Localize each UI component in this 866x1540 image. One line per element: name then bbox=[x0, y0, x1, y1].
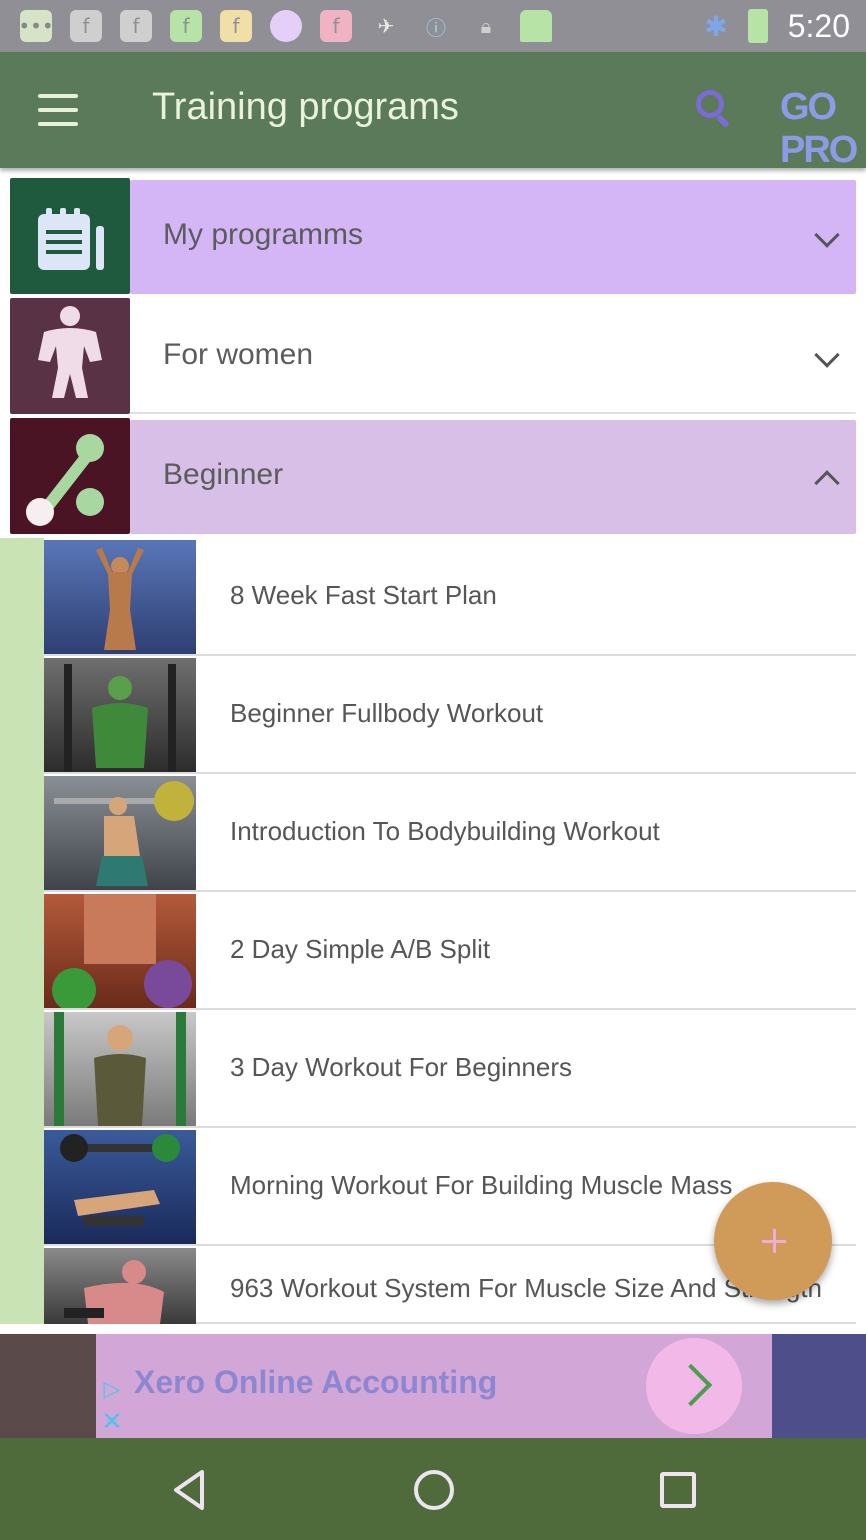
program-title: Beginner Fullbody Workout bbox=[230, 698, 544, 728]
messages-icon: ••• bbox=[18, 10, 54, 42]
status-bar: ••• f f f f f ✈ ⓘ 🔒︎ ✱ 5:20 bbox=[0, 0, 866, 52]
close-icon[interactable]: ✕ bbox=[96, 1406, 128, 1438]
recent-apps-icon[interactable] bbox=[660, 1472, 696, 1508]
program-title: 3 Day Workout For Beginners bbox=[230, 1052, 572, 1082]
system-icons: ✱ 5:20 bbox=[704, 8, 850, 44]
category-for-women[interactable]: For women bbox=[0, 296, 866, 416]
ad-side bbox=[772, 1334, 866, 1438]
program-thumbnail bbox=[44, 1012, 196, 1126]
category-label: My programms bbox=[163, 218, 364, 251]
list-item[interactable]: Introduction To Bodybuilding Workout bbox=[44, 774, 856, 892]
list-item[interactable]: 2 Day Simple A/B Split bbox=[44, 892, 856, 1010]
facebook-icon: f bbox=[220, 10, 252, 42]
info-icon: ⓘ bbox=[426, 15, 446, 40]
ad-title: Xero Online Accounting bbox=[134, 1364, 498, 1400]
program-thumbnail bbox=[44, 658, 196, 772]
app-bar: Training programs GO PRO bbox=[0, 52, 866, 171]
category-my-programms[interactable]: My programms bbox=[0, 176, 866, 296]
flipboard-icon: f bbox=[320, 10, 352, 42]
program-title: 8 Week Fast Start Plan bbox=[230, 580, 497, 610]
add-program-button[interactable] bbox=[714, 1182, 832, 1300]
ad-choices-icon[interactable]: ▷ bbox=[96, 1376, 128, 1406]
circle-icon bbox=[270, 10, 302, 42]
clock: 5:20 bbox=[787, 7, 850, 44]
ad-banner[interactable]: Xero Online Accounting ▷ ✕ bbox=[0, 1334, 866, 1438]
navigation-bar bbox=[0, 1438, 866, 1540]
list-item[interactable]: Beginner Fullbody Workout bbox=[44, 656, 856, 774]
page-title: Training programs bbox=[152, 86, 459, 128]
search-icon[interactable] bbox=[694, 88, 738, 132]
facebook-icon: f bbox=[120, 10, 152, 42]
android-icon bbox=[520, 10, 552, 42]
category-beginner[interactable]: Beginner bbox=[0, 416, 866, 536]
program-thumbnail bbox=[44, 1248, 196, 1324]
dumbbell-icon bbox=[10, 418, 130, 534]
go-pro-button[interactable]: GO PRO bbox=[780, 86, 866, 172]
program-thumbnail bbox=[44, 1130, 196, 1244]
list-item[interactable]: 8 Week Fast Start Plan bbox=[44, 538, 856, 656]
program-thumbnail bbox=[44, 776, 196, 890]
chevron-right-icon[interactable] bbox=[646, 1338, 742, 1434]
fake-gps-icon: ✈ bbox=[377, 14, 395, 38]
home-icon[interactable] bbox=[414, 1470, 454, 1510]
sub-list-indicator bbox=[0, 538, 44, 1324]
back-icon[interactable] bbox=[168, 1468, 212, 1512]
battery-icon bbox=[747, 9, 768, 43]
category-label: Beginner bbox=[163, 458, 284, 491]
bluetooth-icon: ✱ bbox=[704, 9, 728, 43]
lock-icon: 🔒︎ bbox=[480, 14, 492, 38]
program-thumbnail bbox=[44, 894, 196, 1008]
notepad-icon bbox=[10, 178, 130, 294]
program-title: 2 Day Simple A/B Split bbox=[230, 934, 491, 964]
notification-icons: ••• f f f f f ✈ ⓘ 🔒︎ bbox=[18, 8, 552, 44]
program-thumbnail bbox=[44, 540, 196, 654]
woman-figure-icon bbox=[10, 298, 130, 414]
facebook-icon: f bbox=[70, 10, 102, 42]
list-item[interactable]: 3 Day Workout For Beginners bbox=[44, 1010, 856, 1128]
menu-icon[interactable] bbox=[36, 90, 80, 130]
category-label: For women bbox=[163, 338, 314, 371]
program-title: Morning Workout For Building Muscle Mass bbox=[230, 1170, 733, 1200]
program-title: Introduction To Bodybuilding Workout bbox=[230, 816, 660, 846]
facebook-icon: f bbox=[170, 10, 202, 42]
